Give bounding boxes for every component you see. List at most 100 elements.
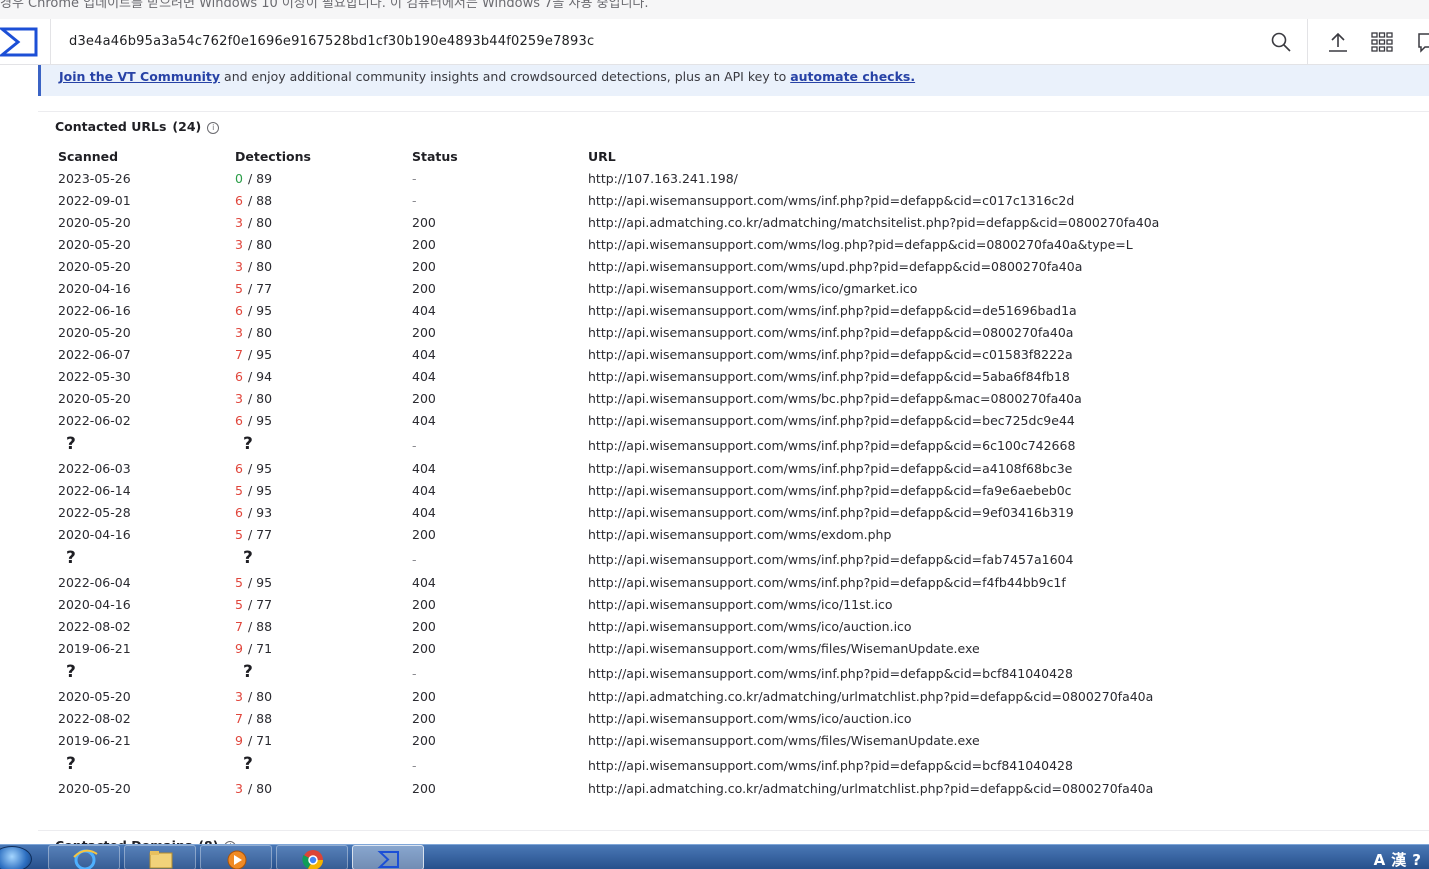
column-header-status[interactable]: Status: [412, 149, 458, 164]
detection-ratio[interactable]: 0 / 89: [235, 171, 272, 186]
scanned-date: 2019-06-21: [58, 733, 131, 748]
detection-ratio[interactable]: 7 / 88: [235, 619, 272, 634]
http-status: 404: [412, 369, 436, 384]
detection-ratio[interactable]: ?: [243, 548, 253, 568]
detection-count: 3: [235, 781, 243, 796]
url-link[interactable]: http://107.163.241.198/: [588, 171, 738, 186]
detection-ratio[interactable]: 3 / 80: [235, 781, 272, 796]
url-link[interactable]: http://api.wisemansupport.com/wms/inf.ph…: [588, 552, 1073, 567]
detection-ratio[interactable]: 6 / 88: [235, 193, 272, 208]
url-link[interactable]: http://api.admatching.co.kr/admatching/u…: [588, 781, 1153, 796]
url-link[interactable]: http://api.wisemansupport.com/wms/inf.ph…: [588, 505, 1074, 520]
url-link[interactable]: http://api.wisemansupport.com/wms/files/…: [588, 641, 980, 656]
url-link[interactable]: http://api.admatching.co.kr/admatching/u…: [588, 689, 1153, 704]
detection-ratio[interactable]: 3 / 80: [235, 689, 272, 704]
scanned-date: ?: [66, 548, 76, 568]
tray-ime[interactable]: 漢: [1391, 851, 1406, 869]
column-header-scanned[interactable]: Scanned: [58, 149, 118, 164]
column-header-detections[interactable]: Detections: [235, 149, 311, 164]
virustotal-logo-icon[interactable]: [0, 27, 38, 57]
detection-ratio[interactable]: 6 / 95: [235, 413, 272, 428]
scanned-date: 2022-06-02: [58, 413, 131, 428]
detection-ratio[interactable]: 3 / 80: [235, 259, 272, 274]
detection-ratio[interactable]: 5 / 95: [235, 575, 272, 590]
url-link[interactable]: http://api.wisemansupport.com/wms/upd.ph…: [588, 259, 1082, 274]
detection-ratio[interactable]: 6 / 94: [235, 369, 272, 384]
search-bar[interactable]: d3e4a46b95a3a54c762f0e1696e9167528bd1cf3…: [50, 19, 1308, 65]
url-link[interactable]: http://api.wisemansupport.com/wms/exdom.…: [588, 527, 891, 542]
url-link[interactable]: http://api.admatching.co.kr/admatching/m…: [588, 215, 1159, 230]
search-icon[interactable]: [1269, 30, 1293, 54]
url-link[interactable]: http://api.wisemansupport.com/wms/inf.ph…: [588, 303, 1077, 318]
url-link[interactable]: http://api.wisemansupport.com/wms/ico/11…: [588, 597, 892, 612]
column-header-url[interactable]: URL: [588, 149, 616, 164]
detection-ratio[interactable]: 3 / 80: [235, 237, 272, 252]
detection-count: 6: [235, 505, 243, 520]
tray-help[interactable]: ?: [1412, 851, 1421, 869]
url-link[interactable]: http://api.wisemansupport.com/wms/ico/gm…: [588, 281, 917, 296]
detection-ratio[interactable]: 7 / 88: [235, 711, 272, 726]
url-link[interactable]: http://api.wisemansupport.com/wms/inf.ph…: [588, 483, 1072, 498]
detection-ratio[interactable]: 9 / 71: [235, 641, 272, 656]
detection-ratio[interactable]: 5 / 77: [235, 597, 272, 612]
file-explorer-icon[interactable]: [124, 845, 196, 869]
detection-ratio[interactable]: 5 / 77: [235, 527, 272, 542]
info-icon[interactable]: i: [207, 121, 220, 134]
detection-ratio[interactable]: 5 / 77: [235, 281, 272, 296]
apps-grid-icon[interactable]: [1370, 31, 1394, 53]
detection-total: / 94: [247, 369, 273, 384]
detection-count: 3: [235, 237, 243, 252]
url-link[interactable]: http://api.wisemansupport.com/wms/bc.php…: [588, 391, 1082, 406]
internet-explorer-icon[interactable]: [48, 845, 120, 869]
detection-count: 3: [235, 689, 243, 704]
url-link[interactable]: http://api.wisemansupport.com/wms/inf.ph…: [588, 461, 1072, 476]
detection-total: / 77: [247, 281, 273, 296]
tray-language[interactable]: A: [1374, 851, 1386, 869]
virustotal-window-icon[interactable]: [352, 845, 424, 869]
detection-ratio[interactable]: 9 / 71: [235, 733, 272, 748]
url-link[interactable]: http://api.wisemansupport.com/wms/inf.ph…: [588, 325, 1073, 340]
http-status: 404: [412, 575, 436, 590]
detection-ratio[interactable]: 5 / 95: [235, 483, 272, 498]
url-link[interactable]: http://api.wisemansupport.com/wms/files/…: [588, 733, 980, 748]
url-link[interactable]: http://api.wisemansupport.com/wms/inf.ph…: [588, 575, 1066, 590]
chrome-icon[interactable]: [276, 845, 348, 869]
scanned-date: 2020-05-20: [58, 325, 131, 340]
url-link[interactable]: http://api.wisemansupport.com/wms/inf.ph…: [588, 193, 1074, 208]
media-player-icon[interactable]: [200, 845, 272, 869]
scanned-date: ?: [66, 754, 76, 774]
url-link[interactable]: http://api.wisemansupport.com/wms/inf.ph…: [588, 369, 1070, 384]
detection-count: 5: [235, 483, 243, 498]
detection-ratio[interactable]: 7 / 95: [235, 347, 272, 362]
detection-ratio[interactable]: 6 / 95: [235, 461, 272, 476]
url-link[interactable]: http://api.wisemansupport.com/wms/inf.ph…: [588, 413, 1075, 428]
notification-icon[interactable]: [1414, 31, 1429, 53]
detection-total: / 95: [247, 413, 273, 428]
automate-checks-link[interactable]: automate checks.: [790, 69, 915, 84]
start-orb-icon[interactable]: [0, 846, 32, 869]
detection-ratio[interactable]: 3 / 80: [235, 215, 272, 230]
detection-ratio[interactable]: 3 / 80: [235, 391, 272, 406]
url-link[interactable]: http://api.wisemansupport.com/wms/inf.ph…: [588, 666, 1073, 681]
search-input[interactable]: d3e4a46b95a3a54c762f0e1696e9167528bd1cf3…: [69, 34, 594, 49]
detection-count: 7: [235, 347, 243, 362]
url-link[interactable]: http://api.wisemansupport.com/wms/ico/au…: [588, 711, 912, 726]
url-link[interactable]: http://api.wisemansupport.com/wms/log.ph…: [588, 237, 1133, 252]
detection-ratio[interactable]: 6 / 95: [235, 303, 272, 318]
url-link[interactable]: http://api.wisemansupport.com/wms/ico/au…: [588, 619, 912, 634]
url-link[interactable]: http://api.wisemansupport.com/wms/inf.ph…: [588, 438, 1075, 453]
detection-ratio[interactable]: 3 / 80: [235, 325, 272, 340]
join-community-link[interactable]: Join the VT Community: [59, 69, 220, 84]
upload-icon[interactable]: [1326, 31, 1350, 53]
detection-count: 0: [235, 171, 243, 186]
detection-count: ?: [243, 662, 253, 682]
url-link[interactable]: http://api.wisemansupport.com/wms/inf.ph…: [588, 758, 1073, 773]
detection-ratio[interactable]: ?: [243, 662, 253, 682]
detection-ratio[interactable]: ?: [243, 754, 253, 774]
scanned-date: 2023-05-26: [58, 171, 131, 186]
system-tray: A 漢?: [1368, 849, 1421, 869]
detection-ratio[interactable]: 6 / 93: [235, 505, 272, 520]
scanned-date: ?: [66, 662, 76, 682]
url-link[interactable]: http://api.wisemansupport.com/wms/inf.ph…: [588, 347, 1073, 362]
detection-ratio[interactable]: ?: [243, 434, 253, 454]
